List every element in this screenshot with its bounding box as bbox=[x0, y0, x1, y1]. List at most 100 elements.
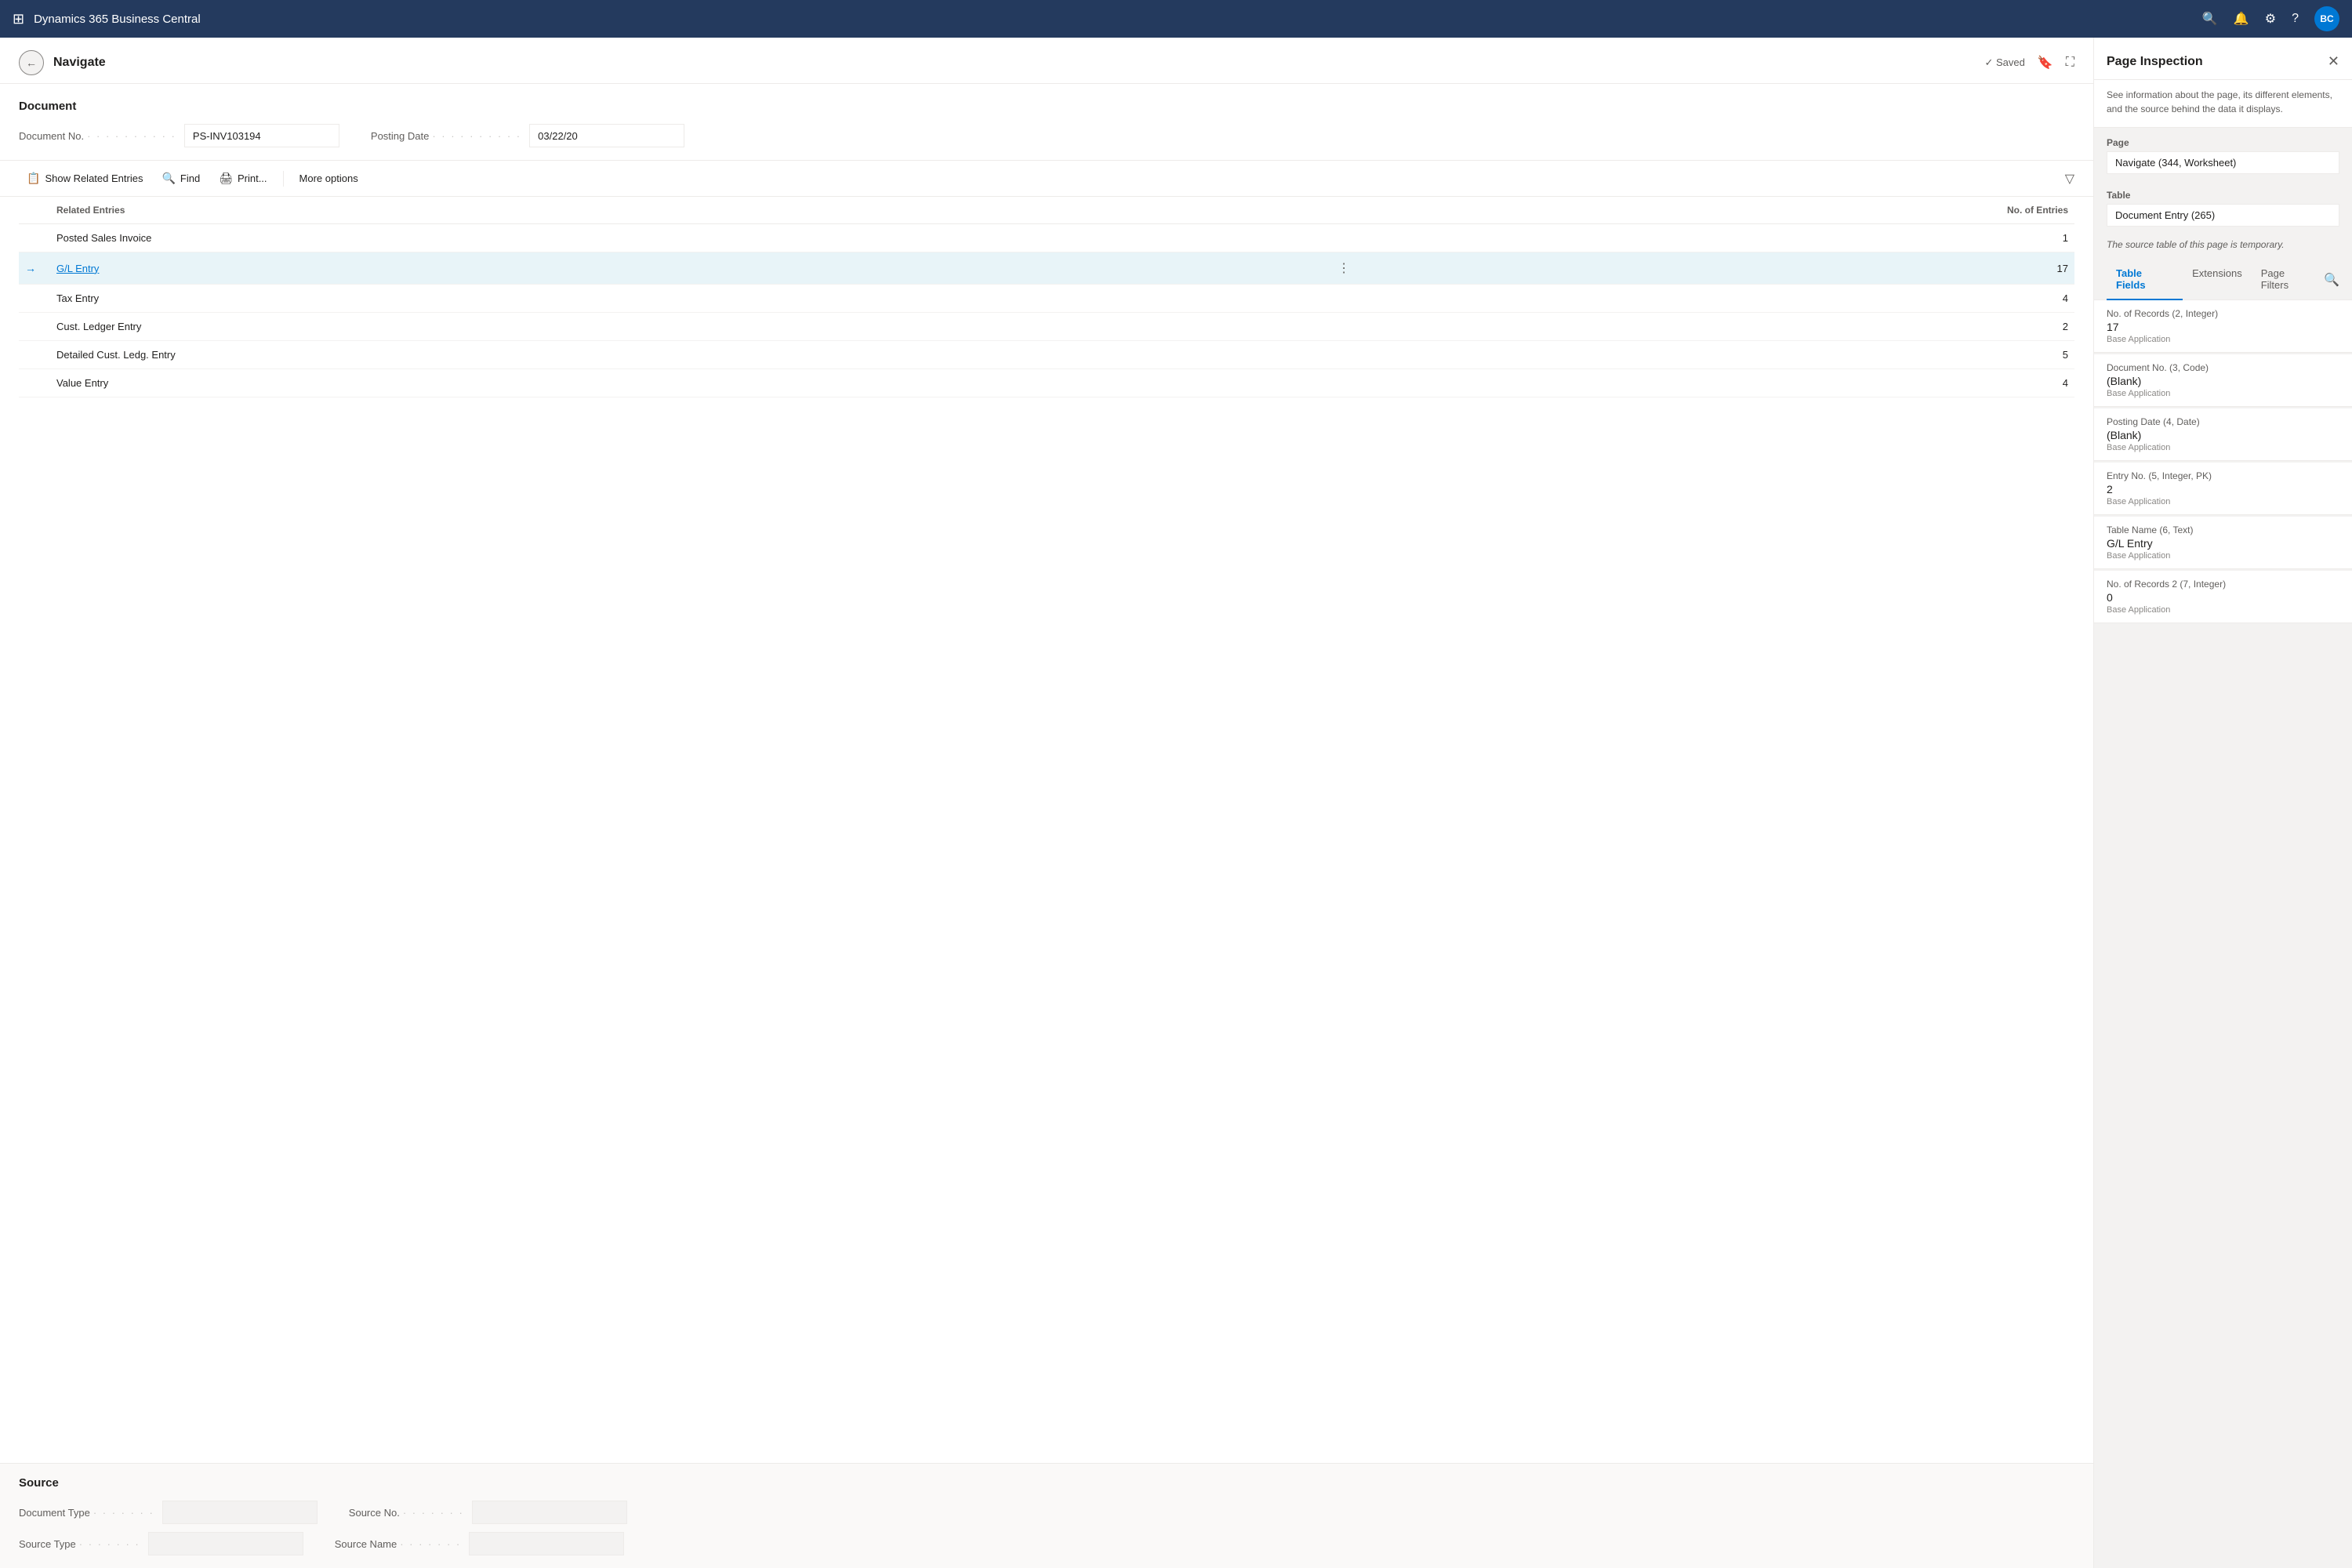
panel-table-label: Table bbox=[2107, 190, 2339, 201]
panel-title: Page Inspection bbox=[2107, 55, 2203, 69]
field-item-name: No. of Records 2 (7, Integer) bbox=[2107, 579, 2339, 590]
find-label: Find bbox=[180, 172, 200, 184]
settings-icon[interactable]: ⚙ bbox=[2265, 11, 2276, 27]
posting-date-field: Posting Date · · · · · · · · · · bbox=[371, 124, 684, 147]
panel-close-button[interactable]: ✕ bbox=[2328, 53, 2339, 70]
filter-icon[interactable]: ▽ bbox=[2065, 171, 2074, 187]
expand-icon[interactable]: ⛶ bbox=[2066, 56, 2074, 70]
table-row[interactable]: Value Entry4 bbox=[19, 369, 2074, 397]
show-related-entries-button[interactable]: 📋 Show Related Entries bbox=[19, 167, 151, 190]
table-row[interactable]: Tax Entry 4 bbox=[19, 285, 2074, 313]
source-type-field: Source Type · · · · · · · bbox=[19, 1532, 303, 1555]
entries-table: Related Entries No. of Entries Posted Sa… bbox=[19, 197, 2074, 397]
field-item: Entry No. (5, Integer, PK) 2 Base Applic… bbox=[2094, 463, 2352, 515]
doc-no-input[interactable] bbox=[184, 124, 339, 147]
table-row[interactable]: → G/L Entry ⋮ 17 bbox=[19, 252, 2074, 285]
tab-page-filters[interactable]: Page Filters bbox=[2252, 260, 2324, 300]
page-title: Navigate bbox=[53, 56, 1976, 70]
field-item-name: Table Name (6, Text) bbox=[2107, 524, 2339, 535]
panel-tabs: Table Fields Extensions Page Filters 🔍 bbox=[2094, 260, 2352, 300]
page-header: ← Navigate ✓ Saved 🔖 ⛶ bbox=[0, 38, 2093, 84]
source-doc-type-label: Document Type · · · · · · · bbox=[19, 1507, 156, 1519]
help-icon[interactable]: ? bbox=[2292, 12, 2299, 26]
posting-date-label: Posting Date · · · · · · · · · · bbox=[371, 130, 523, 142]
panel-page-section: Page Navigate (344, Worksheet) bbox=[2094, 128, 2352, 180]
user-avatar[interactable]: BC bbox=[2314, 6, 2339, 31]
table-body: Posted Sales Invoice1→G/L Entry⋮17Tax En… bbox=[19, 224, 2074, 397]
row-arrow-cell bbox=[19, 313, 50, 341]
field-item: No. of Records 2 (7, Integer) 0 Base App… bbox=[2094, 571, 2352, 623]
source-name-label: Source Name · · · · · · · bbox=[335, 1538, 463, 1550]
field-item: No. of Records (2, Integer) 17 Base Appl… bbox=[2094, 300, 2352, 353]
panel-page-value: Navigate (344, Worksheet) bbox=[2107, 151, 2339, 174]
row-context-menu-icon[interactable]: ⋮ bbox=[1338, 262, 1350, 275]
search-icon[interactable]: 🔍 bbox=[2202, 11, 2218, 27]
row-arrow-cell bbox=[19, 369, 50, 397]
panel-table-value: Document Entry (265) bbox=[2107, 204, 2339, 227]
source-type-input[interactable] bbox=[148, 1532, 303, 1555]
field-item-name: Posting Date (4, Date) bbox=[2107, 416, 2339, 427]
source-no-input[interactable] bbox=[472, 1501, 627, 1524]
notification-icon[interactable]: 🔔 bbox=[2234, 11, 2249, 27]
row-count-cell: 4 bbox=[1356, 369, 2074, 397]
saved-indicator: ✓ Saved bbox=[1985, 56, 2025, 69]
print-button[interactable]: 🖨 Print... bbox=[211, 167, 274, 190]
row-menu-cell bbox=[1331, 224, 1356, 252]
tab-extensions[interactable]: Extensions bbox=[2183, 260, 2252, 300]
show-related-icon: 📋 bbox=[27, 172, 40, 185]
doc-no-field: Document No. · · · · · · · · · · bbox=[19, 124, 339, 147]
find-icon: 🔍 bbox=[162, 172, 175, 185]
print-label: Print... bbox=[238, 172, 267, 184]
more-options-label: More options bbox=[299, 172, 358, 184]
col-menu bbox=[1331, 197, 1356, 224]
panel-page-label: Page bbox=[2107, 137, 2339, 148]
field-item: Table Name (6, Text) G/L Entry Base Appl… bbox=[2094, 517, 2352, 569]
field-item-source: Base Application bbox=[2107, 605, 2339, 615]
row-name-cell: Tax Entry bbox=[50, 285, 1331, 313]
source-doc-type-input[interactable] bbox=[162, 1501, 318, 1524]
row-menu-cell bbox=[1331, 341, 1356, 369]
row-count-cell: 4 bbox=[1356, 285, 2074, 313]
content-area: ← Navigate ✓ Saved 🔖 ⛶ Document Document… bbox=[0, 38, 2093, 1568]
row-name-cell: Detailed Cust. Ledg. Entry bbox=[50, 341, 1331, 369]
nav-icons: 🔍 🔔 ⚙ ? BC bbox=[2202, 6, 2339, 31]
field-item-value: (Blank) bbox=[2107, 429, 2339, 441]
back-button[interactable]: ← bbox=[19, 50, 44, 75]
row-name-cell[interactable]: G/L Entry bbox=[50, 252, 1331, 285]
row-count-cell: 1 bbox=[1356, 224, 2074, 252]
table-row[interactable]: Cust. Ledger Entry2 bbox=[19, 313, 2074, 341]
show-related-label: Show Related Entries bbox=[45, 172, 143, 184]
panel-source-note: The source table of this page is tempora… bbox=[2094, 233, 2352, 256]
field-item-source: Base Application bbox=[2107, 335, 2339, 344]
field-item-value: G/L Entry bbox=[2107, 537, 2339, 550]
bookmark-icon[interactable]: 🔖 bbox=[2038, 55, 2053, 71]
col-arrow bbox=[19, 197, 50, 224]
row-arrow-cell bbox=[19, 341, 50, 369]
find-button[interactable]: 🔍 Find bbox=[154, 167, 208, 190]
table-row[interactable]: Detailed Cust. Ledg. Entry5 bbox=[19, 341, 2074, 369]
field-item-source: Base Application bbox=[2107, 551, 2339, 561]
table-area: Related Entries No. of Entries Posted Sa… bbox=[0, 197, 2093, 1463]
source-name-input[interactable] bbox=[469, 1532, 624, 1555]
row-arrow-cell bbox=[19, 285, 50, 313]
tab-table-fields[interactable]: Table Fields bbox=[2107, 260, 2183, 300]
row-entry-link[interactable]: G/L Entry bbox=[56, 263, 99, 274]
toolbar: 📋 Show Related Entries 🔍 Find 🖨 Print...… bbox=[0, 161, 2093, 197]
app-grid-icon[interactable]: ⊞ bbox=[13, 11, 24, 27]
row-name-cell: Cust. Ledger Entry bbox=[50, 313, 1331, 341]
more-options-button[interactable]: More options bbox=[292, 168, 366, 189]
row-arrow-cell: → bbox=[19, 252, 50, 285]
field-item: Posting Date (4, Date) (Blank) Base Appl… bbox=[2094, 408, 2352, 461]
row-count-cell: 17 bbox=[1356, 252, 2074, 285]
document-section-label: Document bbox=[19, 100, 2074, 113]
row-menu-cell bbox=[1331, 313, 1356, 341]
doc-no-label: Document No. · · · · · · · · · · bbox=[19, 130, 178, 142]
panel-search-icon[interactable]: 🔍 bbox=[2324, 260, 2339, 299]
posting-date-input[interactable] bbox=[529, 124, 684, 147]
table-row[interactable]: Posted Sales Invoice1 bbox=[19, 224, 2074, 252]
row-menu-cell bbox=[1331, 369, 1356, 397]
source-type-label: Source Type · · · · · · · bbox=[19, 1538, 142, 1550]
document-section: Document Document No. · · · · · · · · · … bbox=[0, 84, 2093, 161]
source-form-row-2: Source Type · · · · · · · Source Name · … bbox=[19, 1532, 2074, 1555]
source-name-field: Source Name · · · · · · · bbox=[335, 1532, 624, 1555]
